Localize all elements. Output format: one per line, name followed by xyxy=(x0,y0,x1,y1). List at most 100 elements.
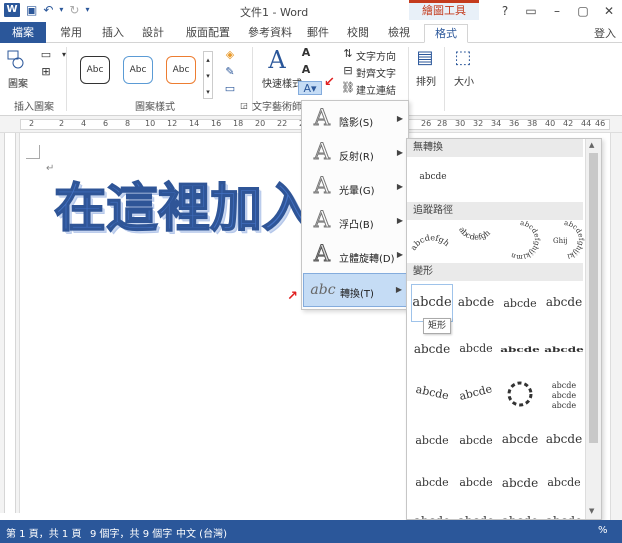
warp-button[interactable]: abcde abcde abcde xyxy=(543,375,585,413)
tab-file[interactable]: 檔案 xyxy=(0,22,46,43)
warp-square[interactable]: abcde xyxy=(411,284,453,322)
size-icon[interactable]: ⬚ xyxy=(452,47,474,71)
warp-ring-inside[interactable]: abcde xyxy=(455,331,497,369)
text-box-icon[interactable]: ⊞ xyxy=(38,65,54,79)
text-direction-button[interactable]: 文字方向 xyxy=(356,48,396,63)
menu-item-reflection[interactable]: A 反射(R) ▶ xyxy=(303,137,408,171)
align-text-icon[interactable]: ⊟ xyxy=(340,64,356,78)
vertical-scrollbar[interactable] xyxy=(610,133,622,520)
follow-path-circle[interactable]: abcdefghijklmn xyxy=(499,219,541,261)
submenu-scrollbar[interactable]: ▲ ▼ xyxy=(585,139,601,519)
word-count[interactable]: 9 個字，共 9 個字 xyxy=(90,525,172,540)
word-logo-icon[interactable]: W xyxy=(4,3,20,17)
warp-can-down[interactable]: abcde xyxy=(543,421,585,459)
zoom-level[interactable]: % xyxy=(598,525,608,536)
ribbon-display-icon[interactable]: ▭ xyxy=(518,0,544,22)
menu-item-bevel[interactable]: A 浮凸(B) ▶ xyxy=(303,205,408,239)
warp-ring-outside[interactable]: abcde xyxy=(499,339,541,362)
scroll-thumb[interactable] xyxy=(589,153,598,443)
scroll-down-icon[interactable]: ▼ xyxy=(589,507,594,515)
menu-item-3d-rotation[interactable]: A 立體旋轉(D) ▶ xyxy=(303,239,408,273)
tab-home[interactable]: 常用 xyxy=(58,24,84,43)
warp-double-wave-1[interactable]: abcde xyxy=(499,465,541,503)
text-direction-icon[interactable]: ⇅ xyxy=(340,47,356,61)
redo-icon[interactable]: ↻ xyxy=(69,3,79,17)
size-button[interactable]: 大小 xyxy=(454,73,474,88)
shapes-icon[interactable] xyxy=(6,49,26,71)
save-icon[interactable]: ▣ xyxy=(26,3,37,17)
edit-shape-icon[interactable]: ▭ xyxy=(38,48,54,62)
shape-effects-icon[interactable]: ▭ xyxy=(222,82,238,96)
warp-wave-1[interactable]: abcde xyxy=(411,465,453,503)
scroll-up-icon[interactable]: ▲ xyxy=(589,141,594,149)
warp-curve-up[interactable]: abcde xyxy=(411,421,453,459)
shape-style-blue[interactable]: Abc xyxy=(123,56,153,84)
warp-arch-down[interactable]: abcde xyxy=(451,370,501,417)
shape-style-dark[interactable]: Abc xyxy=(80,56,110,84)
sign-in-link[interactable]: 登入 xyxy=(594,25,616,41)
arrange-button[interactable]: 排列 xyxy=(416,73,436,88)
text-effects-button[interactable]: A▾ xyxy=(298,81,322,95)
shape-fill-icon[interactable]: ◈ xyxy=(222,48,238,62)
maximize-icon[interactable]: ▢ xyxy=(570,0,596,22)
create-link-icon[interactable]: ⛓ xyxy=(340,81,356,95)
tab-view[interactable]: 檢視 xyxy=(386,24,412,43)
vertical-ruler[interactable] xyxy=(0,133,20,513)
warp-can-up[interactable]: abcde xyxy=(499,421,541,459)
text-outline-icon[interactable]: A xyxy=(298,63,314,77)
tab-review[interactable]: 校閱 xyxy=(345,24,371,43)
create-link-button[interactable]: 建立連結 xyxy=(356,82,396,97)
warp-ring-outside-2[interactable]: abcde xyxy=(543,339,585,362)
menu-item-transform[interactable]: abc 轉換(T) ▶ xyxy=(303,273,408,307)
minimize-icon[interactable]: – xyxy=(544,0,570,22)
follow-path-button[interactable]: abcdefghijkl Ghij xyxy=(543,219,585,261)
close-icon[interactable]: ✕ xyxy=(596,0,622,22)
tab-design[interactable]: 設計 xyxy=(140,24,166,43)
quick-styles-label[interactable]: 快速樣式 xyxy=(262,75,302,90)
warp-inflate-bottom[interactable]: abcde xyxy=(499,503,541,519)
edit-shape-dropdown-icon[interactable]: ▾ xyxy=(56,48,72,62)
warp-chevron-down[interactable]: abcde xyxy=(411,331,453,369)
tab-format[interactable]: 格式 xyxy=(424,24,468,43)
gallery-scroll-icon[interactable]: ▴ ▾ ▾ xyxy=(203,51,213,99)
tab-mailings[interactable]: 郵件 xyxy=(305,24,331,43)
warp-arch-up[interactable]: abcde xyxy=(408,371,457,417)
warp-circle[interactable] xyxy=(499,375,541,413)
warp-double-wave-2[interactable]: abcde xyxy=(543,465,585,503)
ruler-number: 10 xyxy=(145,119,156,128)
warp-triangle-down[interactable]: abcde xyxy=(499,284,541,322)
quick-access-toolbar: W ▣ ↶ ▾ ↻ ▾ xyxy=(4,3,90,17)
menu-item-label: 浮凸(B) xyxy=(339,220,374,231)
arrange-icon[interactable]: ▤ xyxy=(414,47,436,71)
align-text-button[interactable]: 對齊文字 xyxy=(356,65,396,80)
dialog-launcher-icon[interactable]: ◲ xyxy=(236,99,252,113)
tab-references[interactable]: 參考資料 xyxy=(245,24,295,43)
warp-inflate[interactable]: abcde xyxy=(411,503,453,519)
follow-path-arch-down[interactable]: abcdefgh xyxy=(455,221,497,259)
warp-curve-down[interactable]: abcde xyxy=(455,421,497,459)
warp-deflate[interactable]: abcde xyxy=(455,503,497,519)
shapes-label[interactable]: 圖案 xyxy=(8,75,28,90)
warp-deflate-bottom[interactable]: abcde xyxy=(543,503,585,519)
warp-chevron-up[interactable]: abcde xyxy=(543,284,585,322)
tab-layout[interactable]: 版面配置 xyxy=(183,24,233,43)
warp-wave-2[interactable]: abcde xyxy=(455,465,497,503)
quick-styles-icon[interactable]: A xyxy=(264,47,290,73)
customize-qat-icon[interactable]: ▾ xyxy=(85,3,89,17)
menu-item-shadow[interactable]: A 陰影(S) ▶ xyxy=(303,103,408,137)
shape-style-orange[interactable]: Abc xyxy=(166,56,196,84)
qat-dropdown-icon[interactable]: ▾ xyxy=(59,3,63,17)
follow-path-arch-up[interactable]: abcdefgh xyxy=(409,221,453,259)
shape-outline-icon[interactable]: ✎ xyxy=(222,65,238,79)
warp-triangle-up[interactable]: abcde xyxy=(455,284,497,322)
text-fill-icon[interactable]: A xyxy=(298,46,314,60)
page-count[interactable]: 第 1 頁，共 1 頁 xyxy=(6,525,81,540)
menu-item-glow[interactable]: A 光暈(G) ▶ xyxy=(303,171,408,205)
tab-insert[interactable]: 插入 xyxy=(100,24,126,43)
language-indicator[interactable]: 中文 (台灣) xyxy=(176,525,227,540)
help-icon[interactable]: ? xyxy=(492,0,518,22)
svg-text:Ghij: Ghij xyxy=(553,237,568,245)
no-transform-option[interactable]: abcde xyxy=(411,167,455,205)
undo-icon[interactable]: ↶ xyxy=(43,3,53,17)
submenu-arrow-icon: ▶ xyxy=(396,148,403,157)
